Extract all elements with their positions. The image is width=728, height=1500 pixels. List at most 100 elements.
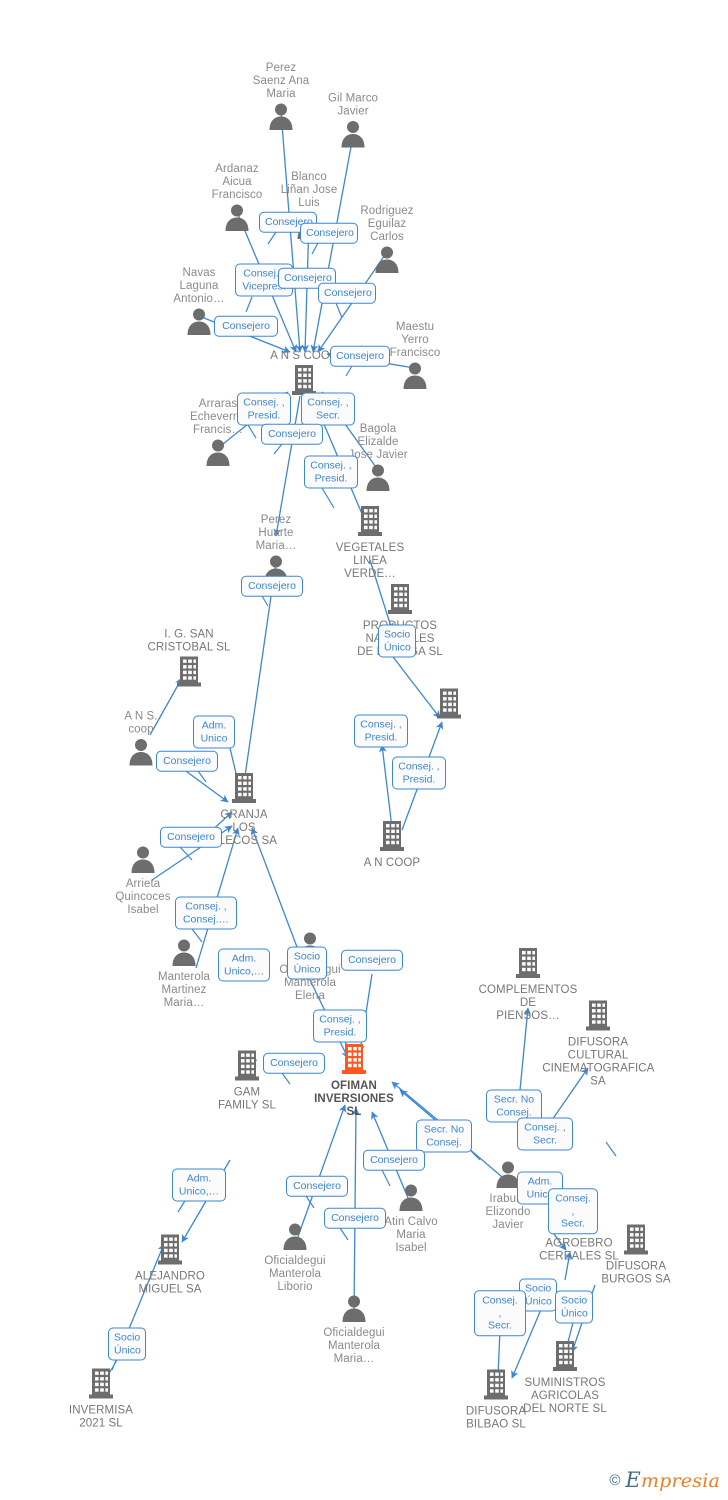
relationship-role-label[interactable]: Adm. Unico,… xyxy=(218,948,270,982)
relationship-role-label[interactable]: Consejero xyxy=(286,1175,348,1197)
person-icon xyxy=(364,463,392,495)
person-icon xyxy=(339,120,367,152)
relationship-role-label[interactable]: Secr. No Consej. xyxy=(416,1119,472,1153)
relationship-role-label[interactable]: Consej. , Presid. xyxy=(313,1009,367,1043)
relationship-role-label[interactable]: Consej. , Presid. xyxy=(304,455,358,489)
building-icon xyxy=(379,820,405,856)
person-node[interactable]: Oficialdegui Manterola Maria… xyxy=(299,1294,409,1366)
relationship-role-label[interactable]: Consejero xyxy=(318,282,376,304)
node-label: OFIMAN INVERSIONES SL xyxy=(314,1080,394,1118)
relationship-role-label[interactable]: Consej. , Presid. xyxy=(237,392,291,426)
node-label: Arrieta Quincoces Isabel xyxy=(115,878,171,916)
building-icon xyxy=(623,1224,649,1260)
relationship-role-label[interactable]: Consejero xyxy=(160,826,222,848)
relationship-role-label[interactable]: Adm. Unico,… xyxy=(172,1168,226,1202)
node-label: INVERMISA 2021 SL xyxy=(68,1404,134,1430)
building-icon xyxy=(88,1368,114,1404)
company-node[interactable]: ALEJANDRO MIGUEL SA xyxy=(115,1234,225,1297)
building-icon xyxy=(357,505,383,541)
relationship-role-label[interactable]: Adm. Unico xyxy=(193,715,235,749)
company-node[interactable]: DIFUSORA BURGOS SA xyxy=(581,1224,691,1287)
relationship-role-label[interactable]: Consejero xyxy=(324,1207,386,1229)
relationship-role-label[interactable]: Consej. , Secr. xyxy=(548,1188,598,1234)
building-icon xyxy=(157,1234,183,1270)
building-icon xyxy=(515,947,541,983)
relationship-role-label[interactable]: Socio Único xyxy=(555,1290,593,1324)
building-icon xyxy=(585,1000,611,1036)
building-icon xyxy=(387,583,413,619)
node-label: Manterola Martinez Maria… xyxy=(157,971,211,1009)
node-label: I. G. SAN CRISTOBAL SL xyxy=(147,628,231,654)
building-icon xyxy=(483,1369,509,1405)
person-icon xyxy=(170,938,198,970)
relationship-role-label[interactable]: Consejero xyxy=(214,315,278,337)
node-label: Bagola Elizalde Jose Javier xyxy=(348,423,408,461)
relationship-role-label[interactable]: Consejero xyxy=(330,345,390,367)
relationship-role-label[interactable]: Consejero xyxy=(363,1149,425,1171)
person-icon xyxy=(397,1183,425,1215)
company-node[interactable]: SUMINISTROS AGRICOLAS DEL NORTE SL xyxy=(510,1340,620,1416)
person-icon xyxy=(373,245,401,277)
relationship-role-label[interactable]: Consej. , Presid. xyxy=(354,714,408,748)
person-node[interactable]: Gil Marco Javier xyxy=(298,93,408,152)
building-icon xyxy=(436,688,462,724)
company-node[interactable]: INVERMISA 2021 SL xyxy=(46,1368,156,1431)
node-label: DIFUSORA BURGOS SA xyxy=(601,1260,671,1286)
org-relationship-diagram: Perez Saenz Ana Maria Gil Marco Javier Ard… xyxy=(0,0,728,1500)
relationship-role-label[interactable]: Socio Único xyxy=(287,946,327,980)
empresia-watermark: © Empresia xyxy=(609,1468,720,1492)
node-label: Oficialdegui Manterola Maria… xyxy=(323,1327,385,1365)
company-node[interactable]: I. G. SAN CRISTOBAL SL xyxy=(134,629,244,692)
node-label: Maestu Yerro Francisco xyxy=(389,321,441,359)
node-label: A N S. coop xyxy=(124,710,158,736)
relationship-role-label[interactable]: Consejero xyxy=(300,222,358,244)
node-label: ALEJANDRO MIGUEL SA xyxy=(135,1270,205,1296)
node-label: Navas Laguna Antonio… xyxy=(173,267,225,305)
node-label: Rodriguez Eguilaz Carlos xyxy=(360,205,414,243)
node-label: VEGETALES LINEA VERDE… xyxy=(335,542,405,580)
relationship-role-label[interactable]: Consej. , Consej.… xyxy=(175,896,237,930)
building-icon xyxy=(341,1043,367,1079)
node-label: A N COOP xyxy=(363,857,421,869)
relationship-role-label[interactable]: Consejero xyxy=(156,750,218,772)
node-label: Blanco Liñan Jose Luis xyxy=(280,171,338,209)
copyright-icon: © xyxy=(609,1471,621,1489)
person-icon xyxy=(267,102,295,134)
node-label: Gil Marco Javier xyxy=(327,92,379,118)
person-icon xyxy=(129,845,157,877)
company-node[interactable]: DIFUSORA CULTURAL CINEMATOGRAFICA SA xyxy=(542,1000,655,1089)
relationship-role-label[interactable]: Consejero xyxy=(341,949,403,971)
node-label: GAM FAMILY SL xyxy=(217,1086,276,1112)
building-icon xyxy=(176,656,202,692)
person-icon xyxy=(185,307,213,339)
relationship-role-label[interactable]: Consejero xyxy=(241,575,303,597)
person-icon xyxy=(340,1294,368,1326)
relationship-role-label[interactable]: Consej. , Secr. xyxy=(517,1117,573,1151)
relationship-role-label[interactable]: Consejero xyxy=(263,1052,325,1074)
company-node[interactable] xyxy=(394,688,504,725)
company-node[interactable]: VEGETALES LINEA VERDE… xyxy=(315,505,425,581)
node-label: Atin Calvo Maria Isabel xyxy=(384,1216,438,1254)
person-icon xyxy=(223,203,251,235)
building-icon xyxy=(231,772,257,808)
node-label: A N S COOP xyxy=(270,350,338,362)
building-icon xyxy=(552,1340,578,1376)
relationship-role-label[interactable]: Consej. , Secr. xyxy=(301,392,355,426)
relationship-role-label[interactable]: Socio Único xyxy=(378,624,416,658)
node-label: Oficialdegui Manterola Liborio xyxy=(264,1255,326,1293)
person-icon xyxy=(401,361,429,393)
node-label: SUMINISTROS AGRICOLAS DEL NORTE SL xyxy=(523,1377,607,1415)
company-node[interactable]: A N COOP xyxy=(337,820,447,870)
person-icon xyxy=(281,1222,309,1254)
relationship-role-label[interactable]: Consejero xyxy=(261,423,323,445)
person-node[interactable]: Oficialdegui Manterola Liborio xyxy=(240,1222,350,1294)
node-label: DIFUSORA CULTURAL CINEMATOGRAFICA SA xyxy=(542,1036,655,1088)
relationship-role-label[interactable]: Consej. , Presid. xyxy=(392,756,446,790)
person-icon xyxy=(127,738,155,770)
brand-wordmark: Empresia xyxy=(625,1468,720,1492)
building-icon xyxy=(234,1050,260,1086)
node-label: Perez Huarte Maria… xyxy=(255,514,297,552)
relationship-role-label[interactable]: Socio Único xyxy=(108,1327,146,1361)
person-icon xyxy=(204,438,232,470)
relationship-role-label[interactable]: Consej. , Secr. xyxy=(474,1290,526,1336)
